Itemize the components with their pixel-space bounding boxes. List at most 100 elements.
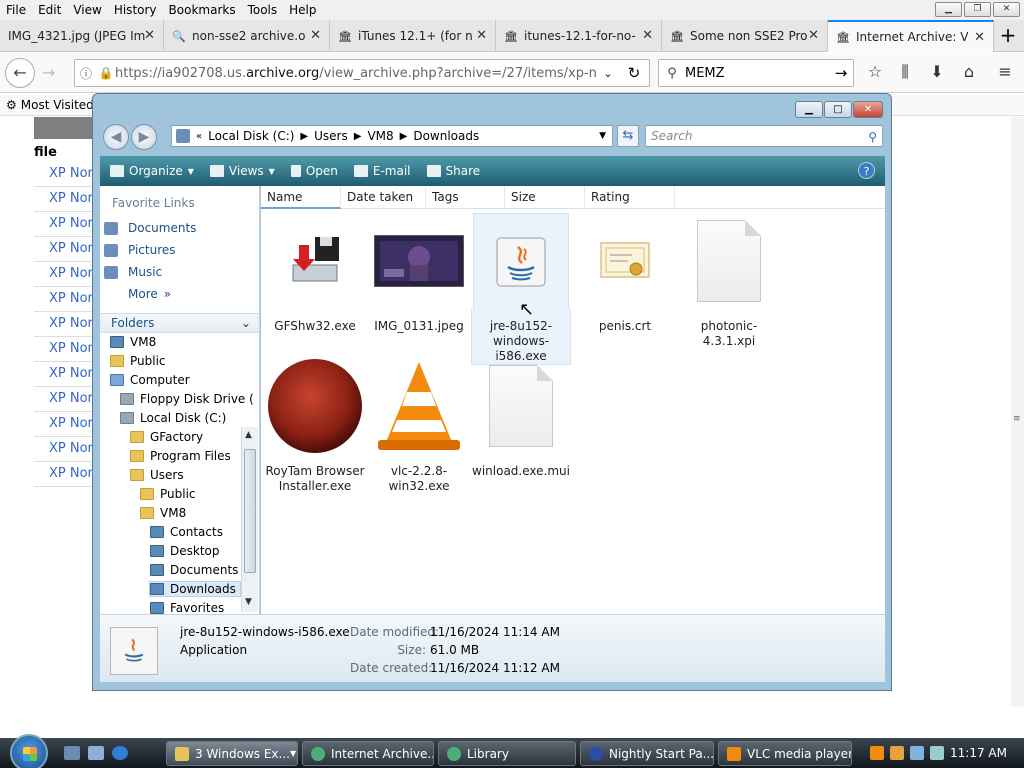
explorer-search-input[interactable]: Search ⚲	[645, 125, 883, 147]
more-links[interactable]: More»	[128, 287, 171, 301]
clock[interactable]: 11:17 AM	[950, 746, 1007, 760]
tree-item-floppy[interactable]: Floppy Disk Drive (	[120, 392, 254, 406]
menu-tools[interactable]: Tools	[242, 3, 284, 17]
taskbar-explorer-group[interactable]: 3 Windows Ex... ▼	[166, 741, 298, 766]
close-icon[interactable]: ✕	[310, 28, 321, 43]
file-link[interactable]: XP Nor	[34, 287, 94, 312]
column-size[interactable]: Size	[505, 186, 585, 209]
restore-button[interactable]: ❐	[964, 2, 991, 17]
hamburger-menu-icon[interactable]: ≡	[994, 62, 1016, 84]
taskbar-internet-archive[interactable]: Internet Archive...	[302, 741, 434, 766]
tree-scrollbar[interactable]: ▲ ▼	[241, 427, 258, 612]
search-go-icon[interactable]: →	[829, 64, 853, 82]
favorite-pictures[interactable]: Pictures	[104, 243, 176, 257]
tab-internet-archive[interactable]: 🏛 Internet Archive: V ✕	[828, 20, 994, 52]
tree-item-documents[interactable]: Documents	[150, 563, 238, 577]
file-item[interactable]: IMG_0131.jpeg	[369, 213, 469, 334]
file-item[interactable]: photonic-4.3.1.xpi	[679, 213, 779, 349]
favorite-music[interactable]: Music	[104, 265, 162, 279]
minimize-button[interactable]: ▁	[935, 2, 962, 17]
help-icon[interactable]: ?	[858, 162, 875, 179]
close-button[interactable]: ✕	[993, 2, 1020, 17]
tree-item-vm8-2[interactable]: VM8	[140, 506, 186, 520]
start-button[interactable]	[10, 734, 48, 768]
taskbar-nightly[interactable]: Nightly Start Pa...	[580, 741, 714, 766]
file-link[interactable]: XP Nor	[34, 312, 94, 337]
tree-item-public-2[interactable]: Public	[140, 487, 196, 501]
tree-item-computer[interactable]: Computer	[110, 373, 190, 387]
email-button[interactable]: E-mail	[353, 164, 411, 178]
menu-view[interactable]: View	[67, 3, 107, 17]
breadcrumb-local-disk[interactable]: Local Disk (C:)	[208, 129, 294, 143]
page-scrollbar[interactable]: ≡	[1011, 117, 1024, 707]
close-icon[interactable]: ✕	[144, 28, 155, 43]
column-rating[interactable]: Rating	[585, 186, 675, 209]
taskbar-vlc[interactable]: VLC media player	[718, 741, 852, 766]
column-name[interactable]: Name	[261, 186, 341, 209]
warning-tray-icon[interactable]	[890, 746, 904, 760]
download-icon[interactable]: ⬇	[926, 62, 948, 84]
tree-item-downloads[interactable]: Downloads	[149, 581, 241, 597]
taskbar-library[interactable]: Library	[438, 741, 576, 766]
vlc-tray-icon[interactable]	[870, 746, 884, 760]
file-link[interactable]: XP Nor	[34, 362, 94, 387]
file-link[interactable]: XP Nor	[34, 462, 94, 487]
tree-item-contacts[interactable]: Contacts	[150, 525, 223, 539]
back-button[interactable]: ←	[5, 58, 35, 88]
folders-header[interactable]: Folders ⌄	[100, 313, 259, 333]
scroll-down-icon[interactable]: ▼	[245, 597, 252, 607]
file-link[interactable]: XP Nor	[34, 237, 94, 262]
file-item[interactable]: winload.exe.mui	[471, 358, 571, 479]
file-item[interactable]: penis.crt	[575, 213, 675, 334]
library-icon[interactable]: ⫼	[894, 62, 916, 84]
breadcrumb-vm8[interactable]: VM8	[367, 129, 393, 143]
file-link[interactable]: XP Nor	[34, 412, 94, 437]
chevron-right-icon[interactable]: ▶	[400, 131, 408, 142]
file-item[interactable]: RoyTam Browser Installer.exe	[265, 358, 365, 494]
organize-button[interactable]: Organize ▼	[110, 164, 194, 178]
refresh-button[interactable]: ⇆	[617, 125, 639, 147]
scroll-up-icon[interactable]: ▲	[245, 430, 252, 440]
file-link[interactable]: XP Nor	[34, 187, 94, 212]
tree-item-favorites[interactable]: Favorites	[150, 601, 224, 615]
explorer-minimize-button[interactable]: ▁	[795, 101, 823, 118]
internet-explorer-icon[interactable]	[112, 746, 128, 760]
bookmark-star-icon[interactable]: ☆	[864, 62, 886, 84]
search-input[interactable]: MEMZ	[685, 66, 829, 81]
network-tray-icon[interactable]	[910, 746, 924, 760]
file-link[interactable]: XP Nor	[34, 162, 94, 187]
file-item[interactable]: vlc-2.2.8-win32.exe	[369, 358, 469, 494]
tab-search[interactable]: 🔍 non-sse2 archive.o ✕	[164, 20, 330, 52]
file-link[interactable]: XP Nor	[34, 387, 94, 412]
column-date-taken[interactable]: Date taken	[341, 186, 426, 209]
home-icon[interactable]: ⌂	[958, 62, 980, 84]
file-link[interactable]: XP Nor	[34, 262, 94, 287]
menu-bookmarks[interactable]: Bookmarks	[163, 3, 242, 17]
search-bar[interactable]: ⚲ MEMZ →	[658, 59, 854, 87]
tab-sse2[interactable]: 🏛 Some non SSE2 Pro ✕	[662, 20, 828, 52]
explorer-forward-button[interactable]: ▶	[131, 124, 157, 150]
explorer-close-button[interactable]: ✕	[853, 101, 883, 118]
menu-history[interactable]: History	[108, 3, 163, 17]
file-link[interactable]: XP Nor	[34, 212, 94, 237]
close-icon[interactable]: ✕	[642, 28, 653, 43]
file-item[interactable]: GFShw32.exe	[265, 213, 365, 334]
close-icon[interactable]: ✕	[974, 30, 985, 45]
open-button[interactable]: Open	[290, 164, 338, 178]
menu-file[interactable]: File	[0, 3, 32, 17]
breadcrumb-users[interactable]: Users	[314, 129, 348, 143]
file-item-selected[interactable]: jre-8u152-windows-i586.exe	[471, 213, 571, 365]
volume-tray-icon[interactable]	[930, 746, 944, 760]
close-icon[interactable]: ✕	[808, 28, 819, 43]
tree-item-program-files[interactable]: Program Files	[130, 449, 231, 463]
reload-icon[interactable]: ↻	[619, 64, 649, 82]
tree-item-gfactory[interactable]: GFactory	[130, 430, 203, 444]
scroll-thumb[interactable]	[244, 449, 256, 573]
close-icon[interactable]: ✕	[476, 28, 487, 43]
tree-item-vm8[interactable]: VM8	[110, 335, 156, 349]
info-icon[interactable]: ⓘ	[75, 65, 97, 82]
explorer-address-bar[interactable]: « Local Disk (C:) ▶ Users ▶ VM8 ▶ Downlo…	[171, 125, 613, 147]
views-button[interactable]: Views ▼	[209, 164, 275, 178]
tree-item-users[interactable]: Users	[130, 468, 184, 482]
chevron-right-icon[interactable]: ▶	[354, 131, 362, 142]
